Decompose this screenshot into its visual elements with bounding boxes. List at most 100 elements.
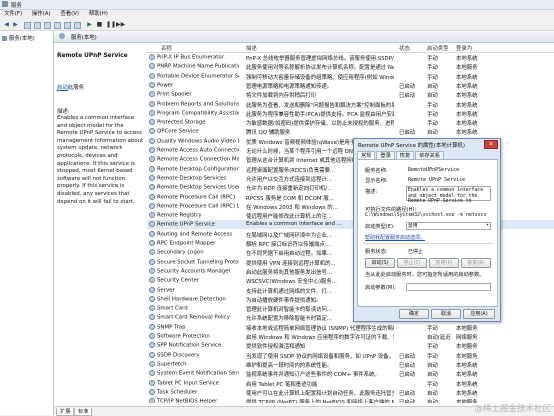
col-header-startup-type[interactable]: 启动类型 [427,44,449,52]
gear-icon [149,147,155,153]
watermark-text: @稀土掘金技术社区 [474,404,551,414]
table-row[interactable]: Portable Device Enumerator Ser... 强制可移动大容… [147,72,554,81]
gear-icon [149,174,155,181]
refresh-icon[interactable] [44,22,51,29]
service-startup-cell: 自动 [427,130,438,137]
menu-help[interactable]: 帮助(H) [89,10,108,19]
service-name-cell: Remote Access Connection Man... [149,156,239,163]
properties-icon[interactable] [34,22,41,29]
table-row[interactable]: System Event Notification Service 监视系统事件并… [147,369,554,378]
pause-service-icon[interactable]: ❚❚ [106,22,116,28]
restart-service-icon[interactable]: ▶▶ [116,22,125,28]
show-hide-icon[interactable] [74,22,81,29]
service-name-cell: RPC Endpoint Mapper [149,240,239,247]
service-name-cell: Task Scheduler [149,388,239,395]
start-button[interactable]: 启动(S) [365,258,395,268]
gear-icon [149,221,155,228]
gear-icon [149,286,155,293]
table-row[interactable]: Software Protection 启用 Windows 和 Windows … [147,332,554,341]
menu-file[interactable]: 文件(F) [4,10,22,19]
service-name-cell: Software Protection [149,333,239,340]
service-startup-cell: 手动 [427,56,438,62]
service-description-cell: 此服务为查看、发送和删除"问题报告和解决方案"控制面板的系... [246,102,394,109]
service-name-cell: Portable Device Enumerator Ser... [149,72,239,79]
table-row[interactable]: SNMP Trap 接收本地或远程简单网络管理协议 (SNMP) 代理程序生成的陷… [147,323,554,332]
ok-button[interactable]: 确定 [399,309,429,319]
gear-icon [149,388,155,395]
help-icon[interactable] [64,22,71,29]
resume-button[interactable]: 恢复(R) [461,258,491,268]
selected-service-name: Remote UPnP Service [57,53,128,59]
start-service-icon[interactable]: ▶ [86,22,93,28]
table-row[interactable]: Task Scheduler 使用户可以在此计算机上配置和计划自动任务。此服务还托… [147,388,554,397]
table-row[interactable]: PNRP Machine Name Publication... 此服务使用对等名… [147,62,554,71]
col-header-logon-as[interactable]: 登录为 [456,44,472,52]
description-field[interactable]: Enables a common interface and object mo… [406,186,491,204]
gear-icon [149,193,155,200]
services-node-icon [2,36,7,41]
service-name-cell: Remote Procedure Call (RPC) [149,193,239,200]
services-header-icon [59,33,65,39]
console-tree-icon[interactable] [24,22,31,29]
start-params-input[interactable] [406,283,491,291]
table-row[interactable]: SSDP Discovery 当发现了使用 SSDP 协议的网络设备和服务，如 U… [147,351,554,360]
table-row[interactable]: QPCore Service 腾讯 QQ 辅助服务 已启动 自动 本地系统 [147,127,554,136]
tree-node-services-local[interactable]: 服务(本地) [2,34,35,42]
stop-service-icon[interactable]: ■ [96,22,103,28]
service-name-text: Secondary Logon [157,249,204,256]
menu-view[interactable]: 查看(V) [60,10,79,19]
col-header-description[interactable]: 描述 [246,44,257,52]
service-startup-cell: 手动 [427,65,438,72]
dialog-close-button[interactable]: x [484,140,498,149]
table-row[interactable]: Problem Reports and Solutions ... 此服务为查看、… [147,100,554,109]
service-name-cell: Print Spooler [149,91,239,98]
service-name-text: Tablet PC Input Service [157,380,220,386]
service-description-cell: 强制可移动大容量存储设备的组策略。使应用程序(例如 Windows... [246,74,394,81]
service-logon-cell: 本地系统 [456,381,478,388]
start-service-link[interactable]: 启动 [57,85,68,91]
service-name-text: Secure Socket Tunneling Protoc... [157,259,239,266]
service-name-cell: Shell Hardware Detection [149,295,239,302]
col-header-name[interactable]: 名称 [161,44,172,52]
service-name-text: Problem Reports and Solutions ... [157,101,239,107]
service-description-cell: 将文件加载到内存供稍后打印 [246,93,317,100]
table-row[interactable]: Power 管理电源策略和电源策略通知传递。 已启动 自动 本地系统 [147,81,554,90]
service-logon-cell: 本地系统 [456,130,478,137]
service-name-text: Remote Procedure Call (RPC) Lo... [157,203,239,210]
console-tree: 服务(本地) [0,31,54,415]
service-name-text: RPC Endpoint Mapper [157,240,216,247]
gear-icon [149,119,155,126]
service-name-cell: QPCore Service [149,128,239,135]
table-row[interactable]: Superfetch 维护和提高一段时间内的系统性能。 已启动 自动 本地系统 [147,360,554,369]
service-logon-cell: 本地服务 [456,65,478,72]
startup-type-select[interactable]: 禁用 ▾ [406,222,491,230]
service-name-text: Program Compatibility Assistant ... [157,110,239,117]
stop-button[interactable]: 停止(T) [397,258,427,268]
gear-icon [149,342,155,349]
service-name-text: SPP Notification Service [157,342,222,349]
start-service-suffix: 此服务 [67,85,84,91]
dialog-tabs: 常规 登录 恢复 依存关系 [357,151,445,160]
table-row[interactable]: Protected Storage 为敏感数据(如密码)提供保护存储，以防止未授权… [147,118,554,127]
service-name-cell: PnP-X IP Bus Enumerator [149,54,239,61]
export-list-icon[interactable] [54,22,61,29]
forward-icon[interactable]: ▶ [12,22,19,28]
cancel-button[interactable]: 取消 [431,309,461,319]
menu-action[interactable]: 操作(A) [32,10,51,19]
startup-help-link[interactable]: 帮助我配置服务启动选项。 [365,234,425,241]
service-name-text: Protected Storage [157,119,206,126]
gear-icon [149,360,155,367]
service-name-text: Security Accounts Manager [157,268,231,275]
table-row[interactable]: Tablet PC Input Service 启用 Tablet PC 笔和墨迹… [147,379,554,388]
pause-button[interactable]: 暂停(P) [429,258,459,268]
back-icon[interactable]: ◀ [3,22,10,28]
table-row[interactable]: Program Compatibility Assistant ... 此服务为程… [147,109,554,118]
table-row[interactable]: SPP Notification Service 提供软件授权激活和通知 手动 本地服… [147,341,554,350]
table-row[interactable]: PnP-X IP Bus Enumerator PnP-X 总线枚举器服务管理虚拟… [147,53,554,62]
service-status-cell: 已启动 [399,93,416,100]
col-header-status[interactable]: 状态 [399,44,410,52]
service-description-cell: 监视系统事件并通知订户这些事件的 COM+ 事件系统。 [246,372,380,379]
table-row[interactable]: Print Spooler 将文件加载到内存供稍后打印 已启动 自动 本地系统 [147,90,554,99]
service-description-cell: 提供 TCP/IP (NetBT) 服务上的 NetBIOS 和网络上客户端的 … [246,398,394,403]
apply-button[interactable]: 应用(A) [463,309,495,319]
